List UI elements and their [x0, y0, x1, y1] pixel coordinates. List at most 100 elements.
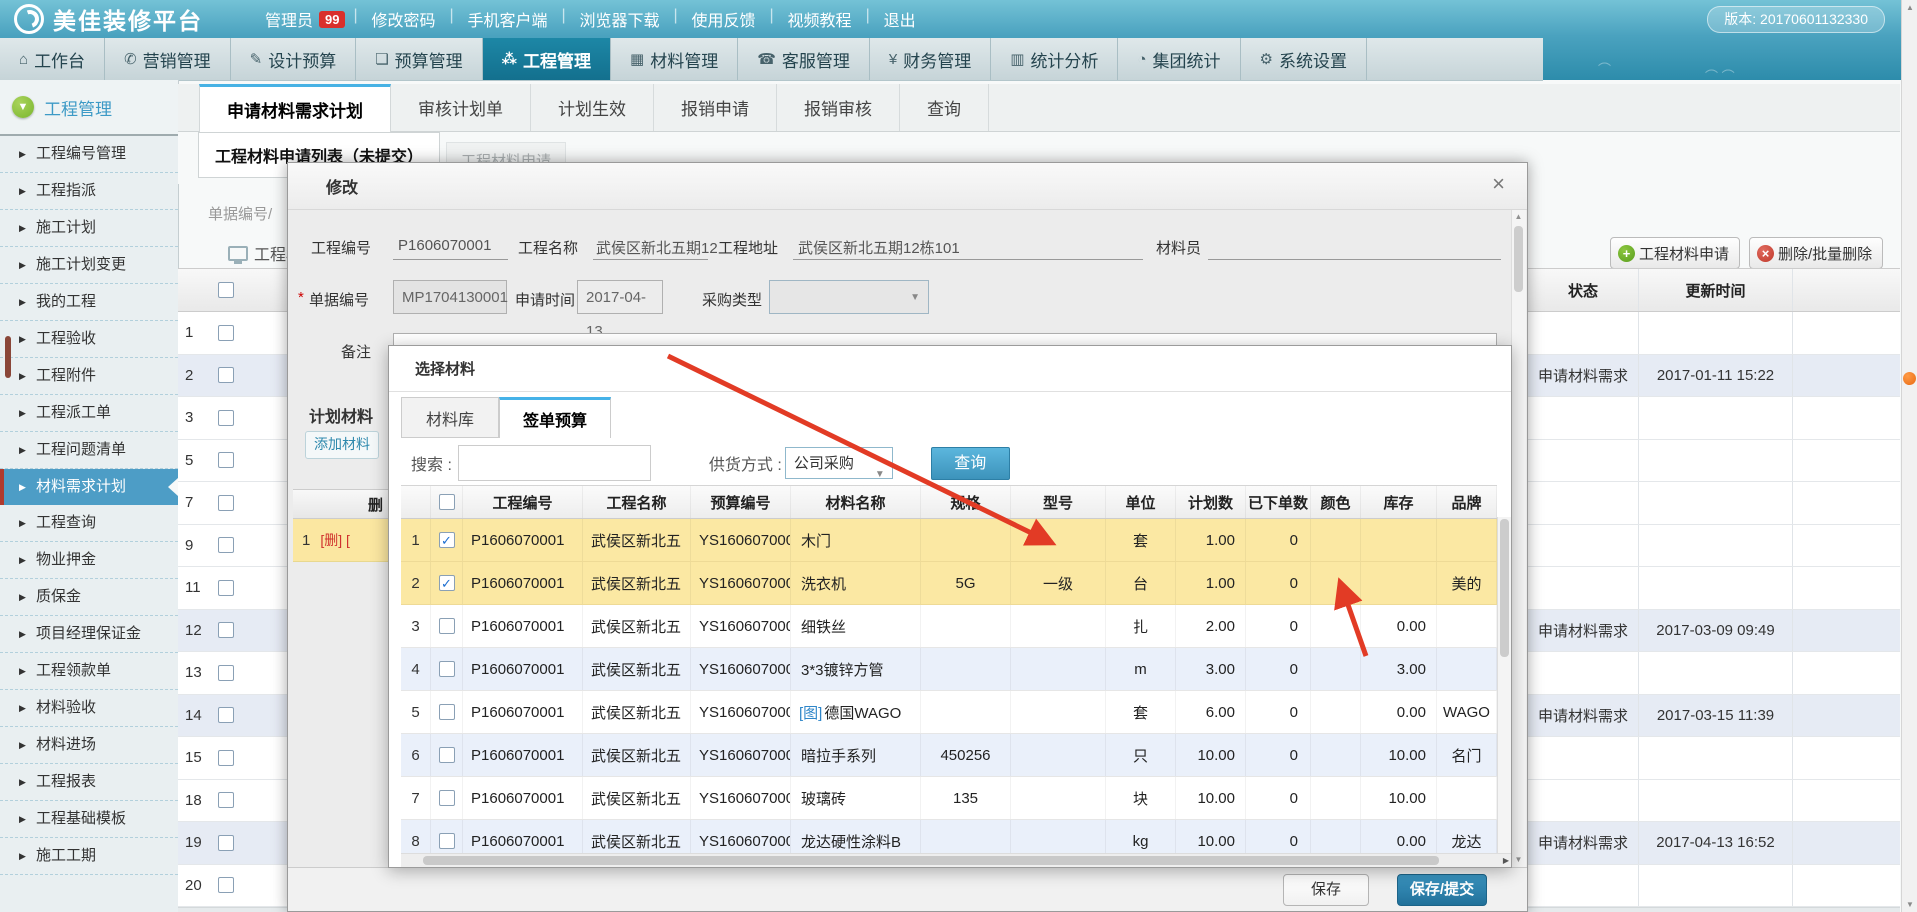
row-checkbox[interactable]: ✓ — [218, 495, 234, 511]
picker-table-scrollbar[interactable] — [1497, 517, 1511, 853]
row-checkbox[interactable]: ✓ — [218, 580, 234, 596]
module-tab[interactable]: 计划生效 — [531, 84, 654, 131]
supply-mode-select[interactable]: 公司采购 ▼ — [785, 447, 893, 479]
row-checkbox[interactable]: ✓ — [439, 833, 455, 849]
row-checkbox[interactable]: ✓ — [218, 750, 234, 766]
sidebar-item[interactable]: ▶ 工程派工单 — [0, 395, 178, 432]
row-checkbox[interactable]: ✓ — [218, 622, 234, 638]
sidebar-item[interactable]: ▶ 我的工程 — [0, 284, 178, 321]
material-row[interactable]: 2 ✓ P1606070001 武侯区新北五 YS1606070001 洗衣机 … — [401, 562, 1497, 605]
modal-scrollbar-thumb[interactable] — [1514, 226, 1523, 292]
scroll-right-icon[interactable]: ▶ — [1503, 856, 1509, 865]
query-button[interactable]: 查询 — [931, 447, 1010, 480]
add-material-apply-button[interactable]: + 工程材料申请 — [1610, 237, 1740, 269]
top-menu-item[interactable]: 手机客户端 — [452, 7, 564, 31]
select-all-checkbox[interactable]: ✓ — [218, 282, 234, 298]
sidebar-item[interactable]: ▶ 工程报表 — [0, 764, 178, 801]
nav-tab[interactable]: ¥ 财务管理 — [870, 38, 991, 80]
sidebar-item[interactable]: ▶ 工程问题清单 — [0, 432, 178, 469]
sidebar-item[interactable]: ▶ 工程基础模板 — [0, 801, 178, 838]
close-icon[interactable]: × — [1492, 173, 1505, 195]
row-checkbox[interactable]: ✓ — [439, 661, 455, 677]
nav-tab[interactable]: ⌂ 工作台 — [0, 38, 105, 80]
scroll-position-marker-ball[interactable] — [1903, 372, 1916, 385]
row-checkbox[interactable]: ✓ — [218, 877, 234, 893]
sidebar-item[interactable]: ▶ 施工工期 — [0, 838, 178, 875]
window-scrollbar[interactable]: ▲ ▼ — [1901, 0, 1917, 912]
tab-material-library[interactable]: 材料库 — [401, 397, 499, 438]
row-checkbox[interactable]: ✓ — [218, 665, 234, 681]
sidebar-item[interactable]: ▶ 材料验收 — [0, 690, 178, 727]
nav-tab[interactable]: ◔ 集团统计 — [1118, 38, 1240, 80]
row-checkbox[interactable]: ✓ — [218, 835, 234, 851]
row-checkbox[interactable]: ✓ — [218, 367, 234, 383]
sidebar-item[interactable]: ▶ 施工计划变更 — [0, 247, 178, 284]
tab-signed-budget[interactable]: 签单预算 — [499, 397, 611, 438]
sidebar-item[interactable]: ▶ 工程领款单 — [0, 653, 178, 690]
search-input[interactable] — [458, 445, 651, 481]
top-menu-item[interactable]: 浏览器下载 — [564, 7, 676, 31]
material-row[interactable]: 5 ✓ P1606070001 武侯区新北五 YS1606070001 [图] … — [401, 691, 1497, 734]
row-checkbox[interactable]: ✓ — [439, 532, 455, 548]
sidebar-item[interactable]: ▶ 材料进场 — [0, 727, 178, 764]
top-menu-item[interactable]: 视频教程 — [772, 7, 868, 31]
row-checkbox[interactable]: ✓ — [218, 707, 234, 723]
sidebar-item[interactable]: ▶ 工程查询 — [0, 505, 178, 542]
nav-tab[interactable]: ▦ 材料管理 — [611, 38, 738, 80]
sidebar-header[interactable]: ▼ 工程管理 — [0, 80, 178, 136]
nav-tab[interactable]: ▥ 统计分析 — [991, 38, 1118, 80]
purchase-type-select[interactable]: ▼ — [769, 280, 929, 314]
modal-scrollbar[interactable]: ▲ ▼ — [1511, 210, 1526, 910]
select-all-checkbox[interactable]: ✓ — [439, 494, 455, 510]
sidebar-item[interactable]: ▶ 施工计划 — [0, 210, 178, 247]
row-checkbox[interactable]: ✓ — [439, 790, 455, 806]
doc-no-input[interactable]: MP1704130001 — [393, 280, 507, 314]
module-tab[interactable]: 报销申请 — [654, 84, 777, 131]
save-submit-button[interactable]: 保存/提交 — [1397, 874, 1487, 906]
module-tab[interactable]: 申请材料需求计划 — [199, 84, 391, 132]
sidebar-item[interactable]: ▶ 项目经理保证金 — [0, 616, 178, 653]
add-material-button[interactable]: 添加材料 — [305, 431, 379, 459]
module-tab[interactable]: 报销审核 — [777, 84, 900, 131]
delete-batch-button[interactable]: × 删除/批量删除 — [1749, 237, 1883, 269]
nav-tab[interactable]: ☎ 客服管理 — [738, 38, 870, 80]
material-row[interactable]: 6 ✓ P1606070001 武侯区新北五 YS1606070001 暗拉手系… — [401, 734, 1497, 777]
module-tab[interactable]: 查询 — [900, 84, 989, 131]
apply-time-input[interactable]: 2017-04-13 — [577, 280, 663, 314]
module-tab[interactable]: 审核计划单 — [391, 84, 531, 131]
top-menu-item[interactable]: 使用反馈 — [676, 7, 772, 31]
nav-tab[interactable]: ❏ 预算管理 — [356, 38, 482, 80]
row-checkbox[interactable]: ✓ — [218, 537, 234, 553]
delete-row-link[interactable]: [删] [ — [320, 530, 350, 550]
nav-tab[interactable]: ⚙ 系统设置 — [1241, 38, 1367, 80]
sidebar-item[interactable]: ▶ 材料需求计划 — [0, 469, 178, 505]
nav-tab[interactable]: ⁂ 工程管理 — [483, 38, 611, 80]
notification-badge[interactable]: 99 — [319, 11, 345, 28]
row-checkbox[interactable]: ✓ — [218, 792, 234, 808]
sidebar-item[interactable]: ▶ 工程指派 — [0, 173, 178, 210]
material-row[interactable]: 3 ✓ P1606070001 武侯区新北五 YS1606070001 细铁丝 — [401, 605, 1497, 648]
sidebar-item[interactable]: ▶ 工程附件 — [0, 358, 178, 395]
sidebar-item[interactable]: ▶ 工程验收 — [0, 321, 178, 358]
scroll-up-icon[interactable]: ▲ — [1902, 3, 1917, 12]
clerk-underline[interactable] — [1208, 259, 1501, 260]
picker-table-scrollbar-thumb[interactable] — [1500, 519, 1509, 657]
row-checkbox[interactable]: ✓ — [218, 452, 234, 468]
sidebar-item[interactable]: ▶ 物业押金 — [0, 542, 178, 579]
row-checkbox[interactable]: ✓ — [439, 618, 455, 634]
material-row[interactable]: 4 ✓ P1606070001 武侯区新北五 YS1606070001 3*3镀… — [401, 648, 1497, 691]
top-menu-item[interactable]: 修改密码 — [355, 7, 451, 31]
top-menu-admin[interactable]: 管理员 99 — [265, 7, 355, 31]
save-button[interactable]: 保存 — [1283, 874, 1369, 906]
scroll-up-icon[interactable]: ▲ — [1512, 212, 1525, 221]
picker-horizontal-scrollbar-thumb[interactable] — [423, 856, 1439, 865]
picker-horizontal-scrollbar[interactable]: ▶ — [401, 853, 1511, 867]
material-row[interactable]: 7 ✓ P1606070001 武侯区新北五 YS1606070001 玻璃砖 … — [401, 777, 1497, 820]
scroll-down-icon[interactable]: ▼ — [1512, 855, 1525, 864]
sidebar-item[interactable]: ▶ 工程编号管理 — [0, 136, 178, 173]
row-checkbox[interactable]: ✓ — [218, 410, 234, 426]
sidebar-item[interactable]: ▶ 质保金 — [0, 579, 178, 616]
top-menu-item[interactable]: 退出 — [868, 7, 932, 31]
row-checkbox[interactable]: ✓ — [439, 575, 455, 591]
row-checkbox[interactable]: ✓ — [218, 325, 234, 341]
